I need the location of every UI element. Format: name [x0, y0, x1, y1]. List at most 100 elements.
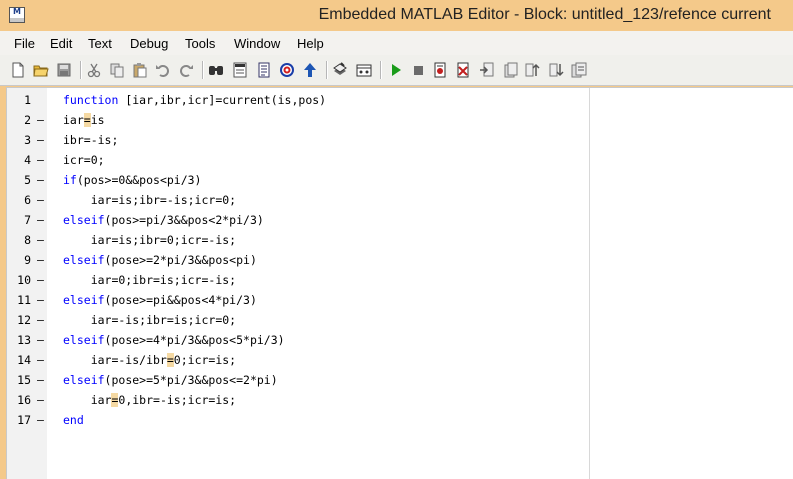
menu-tools[interactable]: Tools — [185, 36, 215, 51]
line-number: 16 — [17, 393, 31, 407]
code-text: elseif(pose>=5*pi/3&&pos<=2*pi) — [63, 370, 278, 390]
code-token: ibr=-is; — [63, 133, 119, 147]
code-token: is — [90, 113, 105, 127]
code-text: elseif(pose>=pi&&pos<4*pi/3) — [63, 290, 257, 310]
breakpoint-marker[interactable]: – — [37, 330, 44, 350]
menu-window[interactable]: Window — [234, 36, 280, 51]
code-line[interactable]: 10– iar=0;ibr=is;icr=-is; — [7, 270, 587, 290]
new-file-icon[interactable] — [10, 62, 26, 78]
find-icon[interactable] — [208, 62, 224, 78]
line-number: 15 — [17, 373, 31, 387]
code-token: (pose>=2*pi/3&&pos<pi) — [104, 253, 257, 267]
code-line[interactable]: 15– elseif(pose>=5*pi/3&&pos<=2*pi) — [7, 370, 587, 390]
target-icon[interactable] — [279, 62, 295, 78]
menu-edit[interactable]: Edit — [50, 36, 72, 51]
matlab-app-icon[interactable]: M — [9, 7, 25, 23]
line-number: 17 — [17, 413, 31, 427]
cut-icon[interactable] — [86, 62, 102, 78]
breakpoint-marker[interactable]: – — [37, 170, 44, 190]
code-line[interactable]: 17– end — [7, 410, 587, 430]
code-token: (pose>=pi&&pos<4*pi/3) — [104, 293, 257, 307]
breakpoint-marker[interactable]: – — [37, 110, 44, 130]
code-line[interactable]: 11– elseif(pose>=pi&&pos<4*pi/3) — [7, 290, 587, 310]
copy-icon[interactable] — [109, 62, 125, 78]
breakpoint-marker[interactable]: – — [37, 150, 44, 170]
breakpoint-marker[interactable]: – — [37, 270, 44, 290]
breakpoint-marker[interactable]: – — [37, 370, 44, 390]
open-folder-icon[interactable] — [33, 62, 49, 78]
code-line[interactable]: 13– elseif(pose>=4*pi/3&&pos<5*pi/3) — [7, 330, 587, 350]
keyword-token: if — [63, 173, 77, 187]
code-line[interactable]: 5– if(pos>=0&&pos<pi/3) — [7, 170, 587, 190]
code-text: iar=is;ibr=0;icr=-is; — [63, 230, 236, 250]
code-token: iar=is;ibr=-is;icr=0; — [63, 193, 237, 207]
breakpoint-marker[interactable]: – — [37, 250, 44, 270]
menu-text[interactable]: Text — [88, 36, 112, 51]
build-icon[interactable] — [332, 62, 348, 78]
breakpoint-marker[interactable]: – — [37, 130, 44, 150]
breakpoint-marker[interactable]: – — [37, 190, 44, 210]
menu-bar: File Edit Text Debug Tools Window Help — [0, 31, 793, 55]
code-text: function [iar,ibr,icr]=current(is,pos) — [63, 90, 326, 110]
code-line[interactable]: 6– iar=is;ibr=-is;icr=0; — [7, 190, 587, 210]
breakpoint-marker[interactable]: – — [37, 290, 44, 310]
step-out-icon[interactable] — [524, 62, 540, 78]
code-editor[interactable]: 1 function [iar,ibr,icr]=current(is,pos) 2… — [6, 87, 793, 479]
code-line[interactable]: 9– elseif(pose>=2*pi/3&&pos<pi) — [7, 250, 587, 270]
code-line[interactable]: 7– elseif(pos>=pi/3&&pos<2*pi/3) — [7, 210, 587, 230]
paste-icon[interactable] — [132, 62, 148, 78]
code-token: 0,ibr=-is;icr=is; — [118, 393, 237, 407]
line-number: 13 — [17, 333, 31, 347]
code-token: (pose>=4*pi/3&&pos<5*pi/3) — [104, 333, 285, 347]
code-line[interactable]: 16– iar=0,ibr=-is;icr=is; — [7, 390, 587, 410]
code-text: iar=-is/ibr=0;icr=is; — [63, 350, 236, 370]
menu-file[interactable]: File — [14, 36, 35, 51]
toolbar — [0, 55, 793, 86]
breakpoint-marker[interactable]: – — [37, 230, 44, 250]
menu-help[interactable]: Help — [297, 36, 324, 51]
code-token: (pos>=pi/3&&pos<2*pi/3) — [104, 213, 264, 227]
line-number: 6 — [24, 193, 31, 207]
breakpoint-marker[interactable]: – — [37, 350, 44, 370]
right-text-margin — [589, 88, 590, 479]
keyword-token: elseif — [63, 213, 105, 227]
go-to-icon[interactable] — [232, 62, 248, 78]
code-text: icr=0; — [63, 150, 105, 170]
undo-icon[interactable] — [155, 62, 171, 78]
code-line[interactable]: 8– iar=is;ibr=0;icr=-is; — [7, 230, 587, 250]
code-line[interactable]: 12– iar=-is;ibr=is;icr=0; — [7, 310, 587, 330]
code-line[interactable]: 4– icr=0; — [7, 150, 587, 170]
code-line[interactable]: 2– iar=is — [7, 110, 587, 130]
step-in-icon[interactable] — [479, 62, 495, 78]
breakpoint-marker[interactable]: – — [37, 210, 44, 230]
line-number: 12 — [17, 313, 31, 327]
keyword-token: elseif — [63, 333, 105, 347]
arrow-up-icon[interactable] — [302, 62, 318, 78]
breakpoint-marker[interactable]: – — [37, 310, 44, 330]
step-icon[interactable] — [432, 62, 448, 78]
stack-icon[interactable] — [548, 62, 564, 78]
code-token: iar=-is/ibr — [63, 353, 167, 367]
run-icon[interactable] — [388, 62, 404, 78]
menu-debug[interactable]: Debug — [130, 36, 168, 51]
model-explorer-icon[interactable] — [356, 62, 372, 78]
breakpoints-icon[interactable] — [571, 62, 587, 78]
breakpoint-marker[interactable]: – — [37, 410, 44, 430]
step-over-icon[interactable] — [502, 62, 518, 78]
breakpoint-marker[interactable]: – — [37, 390, 44, 410]
line-number: 1 — [24, 93, 31, 107]
line-number: 9 — [24, 253, 31, 267]
code-line[interactable]: 3– ibr=-is; — [7, 130, 587, 150]
code-token: iar=0;ibr=is;icr=-is; — [63, 273, 237, 287]
code-line[interactable]: 14– iar=-is/ibr=0;icr=is; — [7, 350, 587, 370]
clear-breakpoints-icon[interactable] — [455, 62, 471, 78]
properties-icon[interactable] — [256, 62, 272, 78]
stop-icon[interactable] — [410, 62, 426, 78]
code-token: iar=-is;ibr=is;icr=0; — [63, 313, 237, 327]
redo-icon[interactable] — [178, 62, 194, 78]
line-number: 8 — [24, 233, 31, 247]
code-text: elseif(pose>=2*pi/3&&pos<pi) — [63, 250, 257, 270]
keyword-token: end — [63, 413, 84, 427]
code-line[interactable]: 1 function [iar,ibr,icr]=current(is,pos) — [7, 90, 587, 110]
save-icon[interactable] — [56, 62, 72, 78]
